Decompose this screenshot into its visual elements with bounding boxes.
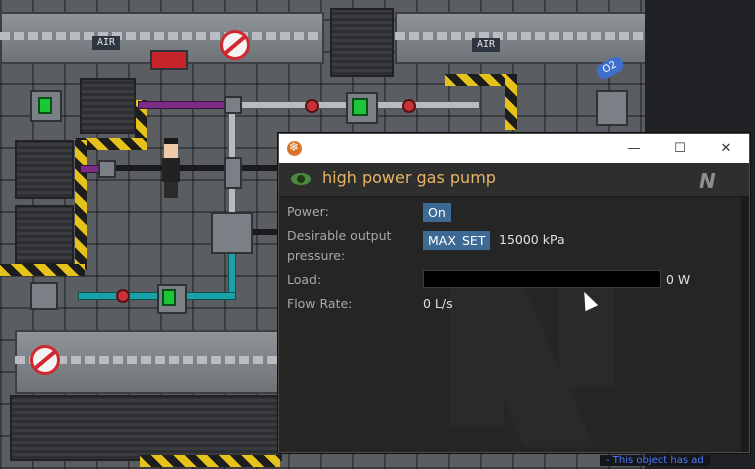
hazard-stripe — [140, 455, 280, 467]
valve-icon[interactable] — [305, 99, 319, 113]
player-character[interactable] — [160, 138, 182, 200]
window-title: high power gas pump — [322, 168, 496, 187]
max-pressure-button[interactable]: MAX — [423, 231, 461, 250]
floor-panel — [80, 78, 136, 134]
eye-icon — [291, 173, 311, 185]
gas-pump-device[interactable] — [211, 212, 253, 254]
vent-device[interactable] — [30, 282, 58, 310]
load-value: 0 W — [666, 272, 691, 287]
close-button[interactable]: ✕ — [703, 134, 749, 163]
valve-icon[interactable] — [402, 99, 416, 113]
nanotrasen-watermark-icon — [449, 277, 679, 447]
filter-screen — [352, 98, 368, 116]
floor-panel — [15, 205, 74, 264]
gas-pump-window: — ☐ ✕ high power gas pump N Power: On De… — [278, 133, 750, 453]
flow-rate-label: Flow Rate: — [287, 296, 353, 311]
status-bar-text: - This object has ad — [600, 455, 710, 466]
flow-rate-value: 0 L/s — [423, 296, 453, 311]
player-legs — [164, 182, 178, 198]
pipe-junction — [224, 96, 242, 114]
connector-screen — [162, 289, 176, 306]
door-device[interactable] — [150, 50, 188, 70]
floor-panel — [10, 395, 282, 461]
player-body — [162, 158, 180, 182]
floor-panel — [15, 140, 74, 199]
wall-stripe — [395, 32, 645, 40]
hazard-stripe — [0, 264, 85, 276]
maximize-button[interactable]: ☐ — [657, 134, 703, 163]
air-sign-left: AIR — [92, 36, 120, 50]
window-body: Power: On Desirable output pressure: MAX… — [279, 197, 749, 452]
pressure-label: Desirable output pressure: — [287, 226, 391, 266]
window-header: high power gas pump N — [279, 163, 749, 197]
pressure-value: 15000 kPa — [499, 232, 565, 247]
pipe-junction — [98, 160, 116, 178]
no-smoking-sign-icon — [30, 345, 60, 375]
air-sign-right: AIR — [472, 38, 500, 52]
window-scrollbar[interactable] — [741, 197, 749, 452]
wall-stripe — [0, 32, 320, 40]
pressure-label-line1: Desirable output — [287, 228, 392, 243]
window-titlebar[interactable]: — ☐ ✕ — [279, 134, 749, 163]
nanotrasen-logo-icon: N — [699, 169, 716, 193]
power-label: Power: — [287, 204, 329, 219]
valve-icon[interactable] — [116, 289, 130, 303]
power-toggle-button[interactable]: On — [423, 203, 451, 222]
pipe-black — [90, 165, 280, 171]
pipe-junction — [224, 157, 242, 189]
pipe-purple — [138, 101, 230, 109]
pipe-cyan — [228, 248, 236, 296]
air-alarm-screen — [38, 97, 52, 114]
set-pressure-button[interactable]: SET — [457, 231, 491, 250]
hazard-stripe — [505, 74, 517, 130]
load-label: Load: — [287, 272, 322, 287]
pressure-label-line2: pressure: — [287, 248, 346, 263]
floor-panel — [330, 8, 394, 77]
app-icon — [287, 140, 302, 156]
load-bar — [423, 270, 661, 288]
hazard-stripe — [75, 140, 87, 270]
no-smoking-sign-icon — [220, 30, 250, 60]
player-head — [164, 138, 178, 160]
minimize-button[interactable]: — — [611, 134, 657, 163]
canister-device[interactable] — [596, 90, 628, 126]
